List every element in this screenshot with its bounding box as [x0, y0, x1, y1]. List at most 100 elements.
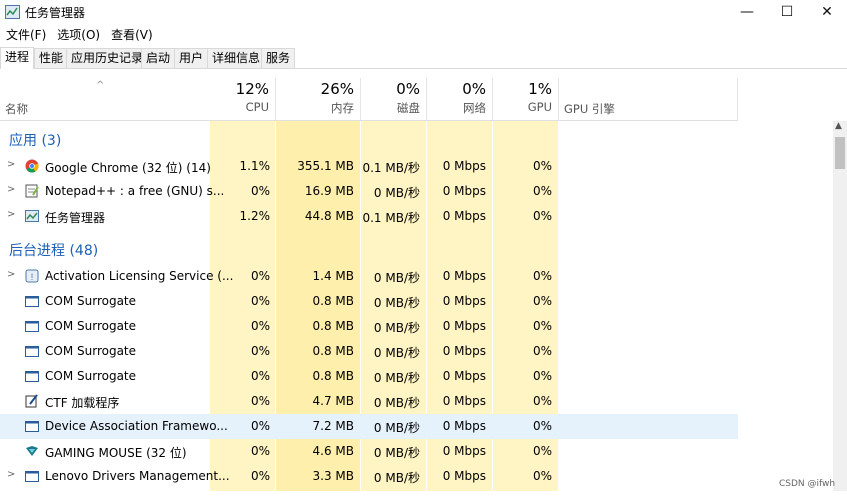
watermark: CSDN @ifwh [779, 479, 836, 489]
close-button[interactable]: ✕ [807, 0, 847, 24]
cpu-value: 1.1% [239, 159, 271, 173]
disk-value: 0 MB/秒 [373, 186, 420, 200]
name-column-header[interactable]: 名称 [5, 101, 28, 117]
process-name: GAMING MOUSE (32 位) [45, 446, 187, 460]
table-row[interactable]: GAMING MOUSE (32 位) 0% 4.6 MB 0 MB/秒 0 M… [0, 439, 738, 464]
mem-value: 0.8 MB [312, 294, 354, 308]
scroll-thumb[interactable] [835, 137, 845, 169]
gpu-value: 0% [532, 269, 552, 283]
process-name: COM Surrogate [45, 294, 137, 308]
group-background-heading[interactable]: 后台进程 (48) [9, 240, 98, 260]
vertical-scrollbar[interactable]: ▲ [833, 121, 847, 491]
cpu-value: 0% [250, 369, 270, 383]
notepad-icon [25, 184, 39, 198]
disk-value: 0 MB/秒 [373, 296, 420, 310]
maximize-button[interactable]: ☐ [767, 0, 807, 24]
tab-startup[interactable]: 启动 [141, 48, 176, 68]
gpu-value: 0% [532, 394, 552, 408]
net-value: 0 Mbps [442, 184, 486, 198]
license-icon: ! [25, 269, 39, 283]
process-name: Google Chrome (32 位) (14) [45, 161, 211, 175]
net-percent: 0% [462, 80, 486, 98]
menu-file[interactable]: 文件(F) [6, 26, 46, 43]
table-row[interactable]: Device Association Framewo... 0% 7.2 MB … [0, 414, 738, 439]
expand-chevron-icon[interactable]: > [7, 269, 15, 280]
table-row[interactable]: CTF 加载程序 0% 4.7 MB 0 MB/秒 0 Mbps 0% [0, 389, 738, 414]
disk-value: 0.1 MB/秒 [362, 211, 420, 225]
mem-value: 7.2 MB [312, 419, 354, 433]
mem-label: 内存 [331, 101, 354, 115]
tab-performance[interactable]: 性能 [34, 48, 69, 68]
window-icon [25, 371, 39, 382]
gpu-value: 0% [532, 209, 552, 223]
table-row[interactable]: COM Surrogate 0% 0.8 MB 0 MB/秒 0 Mbps 0% [0, 339, 738, 364]
gpu-column-header[interactable]: 1% GPU [493, 78, 559, 120]
chrome-icon [25, 159, 39, 173]
table-row[interactable]: > 任务管理器 1.2% 44.8 MB 0.1 MB/秒 0 Mbps 0% [0, 204, 738, 229]
net-value: 0 Mbps [442, 209, 486, 223]
cpu-value: 1.2% [239, 209, 271, 223]
title-bar: 任务管理器 — ☐ ✕ [0, 0, 847, 24]
tab-users[interactable]: 用户 [174, 48, 209, 68]
disk-value: 0 MB/秒 [373, 346, 420, 360]
table-row[interactable]: > ! Activation Licensing Service (... 0%… [0, 264, 738, 289]
window-icon [25, 321, 39, 332]
gpu-percent: 1% [528, 80, 552, 98]
cpu-value: 0% [250, 344, 270, 358]
disk-value: 0 MB/秒 [373, 421, 420, 435]
tab-services[interactable]: 服务 [261, 48, 296, 68]
minimize-button[interactable]: — [727, 0, 767, 24]
gpu-value: 0% [532, 159, 552, 173]
gpu-value: 0% [532, 319, 552, 333]
cpu-value: 0% [250, 394, 270, 408]
window-icon [25, 296, 39, 307]
process-name: Notepad++ : a free (GNU) s... [45, 184, 225, 198]
gpu-value: 0% [532, 469, 552, 483]
table-row[interactable]: > Google Chrome (32 位) (14) 1.1% 355.1 M… [0, 154, 738, 179]
disk-column-header[interactable]: 0% 磁盘 [361, 78, 427, 120]
cpu-percent: 12% [235, 80, 269, 98]
table-row[interactable]: > Lenovo Drivers Management... 0% 3.3 MB… [0, 464, 738, 489]
group-apps-heading[interactable]: 应用 (3) [9, 130, 61, 150]
cpu-value: 0% [250, 269, 270, 283]
table-row[interactable]: > Notepad++ : a free (GNU) s... 0% 16.9 … [0, 179, 738, 204]
mem-value: 0.8 MB [312, 319, 354, 333]
table-row[interactable]: COM Surrogate 0% 0.8 MB 0 MB/秒 0 Mbps 0% [0, 289, 738, 314]
mem-value: 16.9 MB [304, 184, 354, 198]
expand-chevron-icon[interactable]: > [7, 209, 15, 220]
expand-chevron-icon[interactable]: > [7, 159, 15, 170]
disk-value: 0 MB/秒 [373, 446, 420, 460]
taskmgr-icon [25, 210, 39, 222]
tab-app-history[interactable]: 应用历史记录 [66, 48, 149, 68]
window-icon [25, 346, 39, 357]
expand-chevron-icon[interactable]: > [7, 469, 15, 480]
gpu-value: 0% [532, 344, 552, 358]
task-manager-icon [5, 5, 20, 19]
menu-options[interactable]: 选项(O) [57, 26, 100, 43]
net-column-header[interactable]: 0% 网络 [427, 78, 493, 120]
tab-processes[interactable]: 进程 [0, 47, 35, 69]
cpu-value: 0% [250, 294, 270, 308]
disk-value: 0 MB/秒 [373, 471, 420, 485]
mem-column-header[interactable]: 26% 内存 [276, 78, 361, 120]
net-value: 0 Mbps [442, 419, 486, 433]
process-name: COM Surrogate [45, 369, 137, 383]
pen-icon [25, 394, 38, 408]
disk-label: 磁盘 [397, 101, 420, 115]
mouse-icon [26, 446, 38, 456]
mem-value: 3.3 MB [312, 469, 354, 483]
process-name: 任务管理器 [45, 211, 106, 225]
cpu-column-header[interactable]: 12% CPU [210, 78, 276, 120]
net-value: 0 Mbps [442, 344, 486, 358]
sort-chevron-icon: ^ [96, 80, 105, 91]
process-name: Device Association Framewo... [45, 419, 228, 433]
expand-chevron-icon[interactable]: > [7, 184, 15, 195]
tab-details[interactable]: 详细信息 [207, 48, 266, 68]
table-row[interactable]: COM Surrogate 0% 0.8 MB 0 MB/秒 0 Mbps 0% [0, 364, 738, 389]
mem-value: 1.4 MB [312, 269, 354, 283]
menu-view[interactable]: 查看(V) [111, 26, 153, 43]
table-row[interactable]: COM Surrogate 0% 0.8 MB 0 MB/秒 0 Mbps 0% [0, 314, 738, 339]
gpu-value: 0% [532, 419, 552, 433]
scroll-up-icon[interactable]: ▲ [835, 121, 842, 131]
menu-bar: 文件(F) 选项(O) 查看(V) [0, 26, 158, 44]
